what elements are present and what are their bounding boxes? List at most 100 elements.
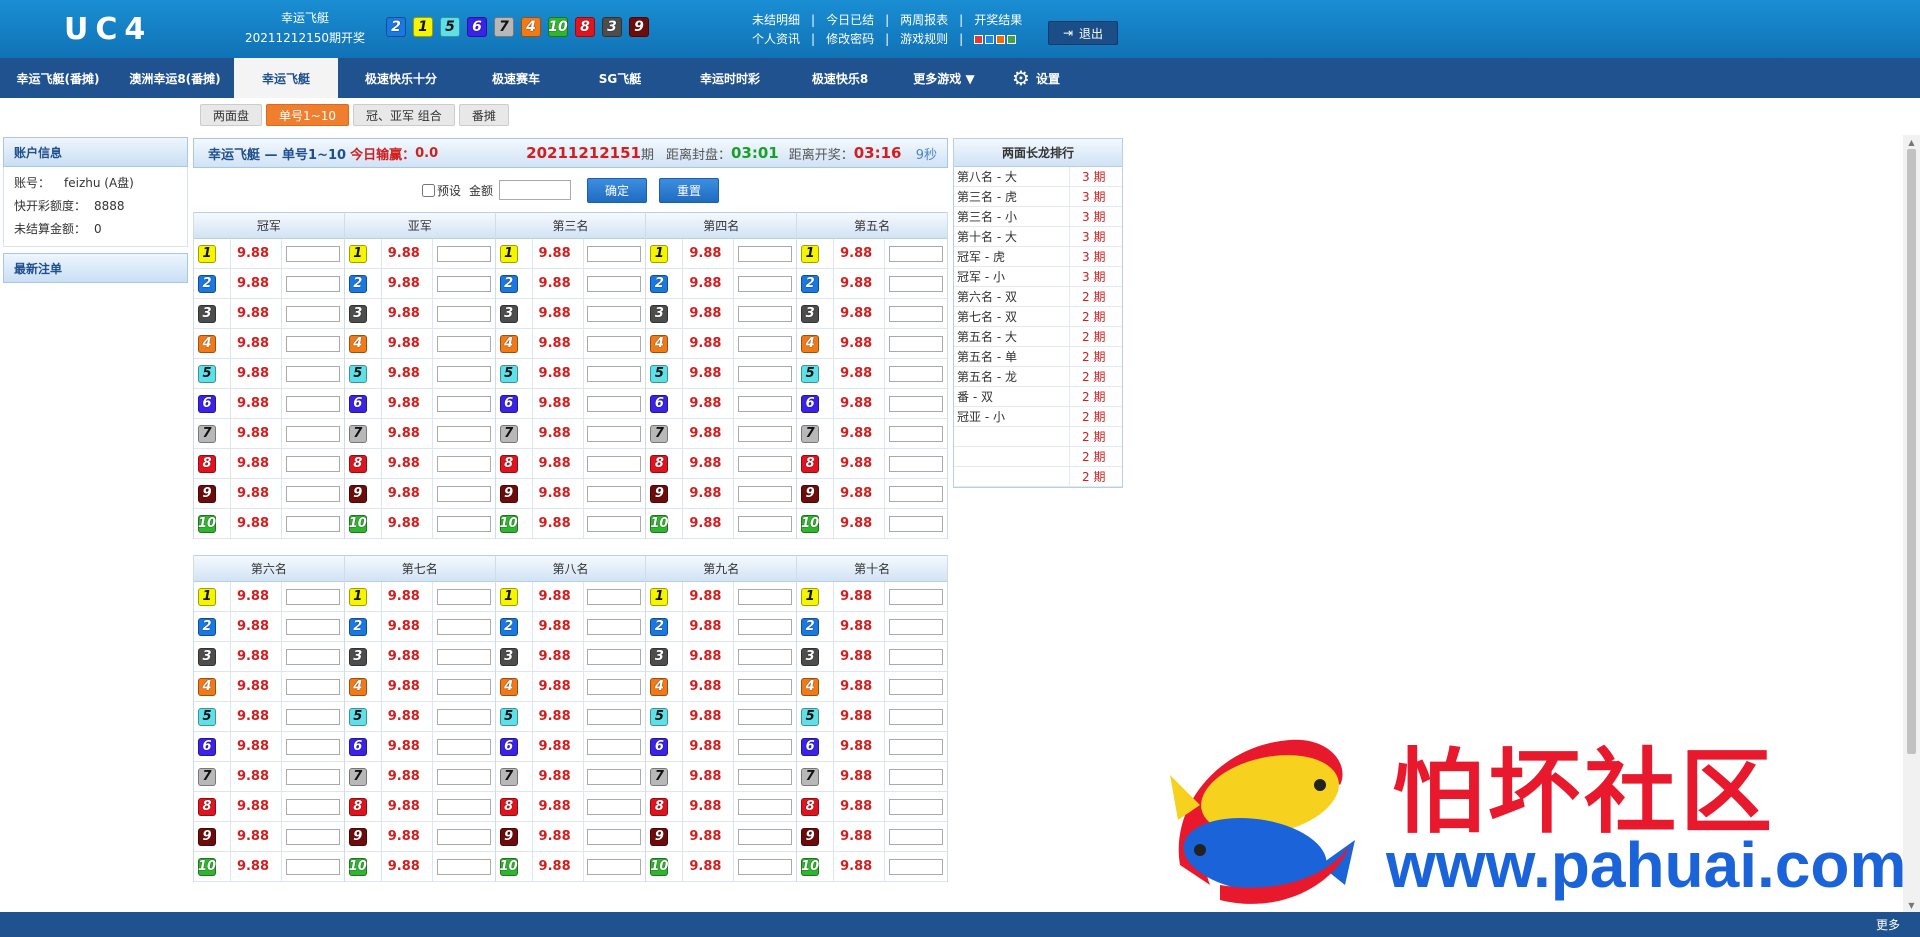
scrollbar-thumb[interactable]: [1907, 149, 1916, 754]
bet-amount-input[interactable]: [285, 485, 340, 502]
bet-amount-input[interactable]: [436, 395, 491, 412]
bet-amount-input[interactable]: [436, 305, 491, 322]
bet-amount-input[interactable]: [888, 768, 943, 785]
bet-amount-input[interactable]: [436, 858, 491, 875]
bet-amount-input[interactable]: [587, 588, 642, 605]
bet-amount-input[interactable]: [738, 365, 793, 382]
theme-color-swatch[interactable]: [974, 35, 984, 44]
bet-amount-input[interactable]: [738, 425, 793, 442]
bet-amount-input[interactable]: [888, 305, 943, 322]
top-link[interactable]: 开奖结果: [974, 11, 1022, 30]
bet-amount-input[interactable]: [738, 588, 793, 605]
bet-amount-input[interactable]: [436, 768, 491, 785]
bet-amount-input[interactable]: [738, 798, 793, 815]
bet-amount-input[interactable]: [285, 455, 340, 472]
bet-amount-input[interactable]: [285, 515, 340, 532]
theme-color-swatch[interactable]: [985, 35, 995, 44]
bet-amount-input[interactable]: [285, 588, 340, 605]
top-link[interactable]: 未结明细: [752, 11, 800, 30]
nav-tab[interactable]: 极速快乐十分: [338, 58, 464, 98]
bet-amount-input[interactable]: [285, 708, 340, 725]
bet-amount-input[interactable]: [436, 738, 491, 755]
bet-amount-input[interactable]: [587, 275, 642, 292]
subnav-tab[interactable]: 单号1~10: [266, 104, 349, 126]
bet-amount-input[interactable]: [285, 425, 340, 442]
bet-amount-input[interactable]: [888, 708, 943, 725]
bet-amount-input[interactable]: [888, 425, 943, 442]
bet-amount-input[interactable]: [888, 858, 943, 875]
bet-amount-input[interactable]: [587, 455, 642, 472]
bet-amount-input[interactable]: [888, 395, 943, 412]
bet-amount-input[interactable]: [738, 858, 793, 875]
bet-amount-input[interactable]: [436, 828, 491, 845]
bet-amount-input[interactable]: [888, 275, 943, 292]
bet-amount-input[interactable]: [888, 588, 943, 605]
bet-amount-input[interactable]: [587, 648, 642, 665]
bet-amount-input[interactable]: [587, 245, 642, 262]
bet-amount-input[interactable]: [587, 738, 642, 755]
bet-amount-input[interactable]: [285, 395, 340, 412]
bet-amount-input[interactable]: [587, 708, 642, 725]
bet-amount-input[interactable]: [436, 425, 491, 442]
bet-amount-input[interactable]: [738, 828, 793, 845]
top-link[interactable]: 修改密码: [826, 30, 874, 49]
bet-amount-input[interactable]: [587, 858, 642, 875]
top-link[interactable]: 今日已结: [826, 11, 874, 30]
top-link[interactable]: 个人资讯: [752, 30, 800, 49]
nav-tab[interactable]: 更多游戏 ▼: [892, 58, 996, 98]
bet-amount-input[interactable]: [285, 275, 340, 292]
bet-amount-input[interactable]: [738, 305, 793, 322]
nav-tab[interactable]: 极速快乐8: [788, 58, 892, 98]
bet-amount-input[interactable]: [436, 245, 491, 262]
bet-amount-input[interactable]: [738, 395, 793, 412]
bet-amount-input[interactable]: [285, 365, 340, 382]
bet-amount-input[interactable]: [436, 618, 491, 635]
bet-amount-input[interactable]: [888, 245, 943, 262]
bet-amount-input[interactable]: [888, 678, 943, 695]
bet-amount-input[interactable]: [738, 648, 793, 665]
settings-button[interactable]: ⚙ 设置: [996, 58, 1076, 98]
subnav-tab[interactable]: 两面盘: [200, 104, 263, 126]
bet-amount-input[interactable]: [738, 335, 793, 352]
bet-amount-input[interactable]: [738, 245, 793, 262]
amount-input[interactable]: [499, 180, 572, 200]
bet-amount-input[interactable]: [738, 678, 793, 695]
bet-amount-input[interactable]: [285, 618, 340, 635]
nav-tab[interactable]: 澳洲幸运8(番摊): [116, 58, 234, 98]
bet-amount-input[interactable]: [888, 455, 943, 472]
bet-amount-input[interactable]: [888, 798, 943, 815]
bet-amount-input[interactable]: [738, 515, 793, 532]
bet-amount-input[interactable]: [285, 828, 340, 845]
theme-color-swatch[interactable]: [1007, 35, 1017, 44]
bet-amount-input[interactable]: [285, 768, 340, 785]
bet-amount-input[interactable]: [285, 858, 340, 875]
bet-amount-input[interactable]: [738, 455, 793, 472]
bet-amount-input[interactable]: [436, 588, 491, 605]
bet-amount-input[interactable]: [738, 768, 793, 785]
scroll-up-icon[interactable]: ▲: [1903, 135, 1920, 149]
nav-tab[interactable]: 极速赛车: [464, 58, 568, 98]
bet-amount-input[interactable]: [888, 738, 943, 755]
bet-amount-input[interactable]: [738, 485, 793, 502]
bet-amount-input[interactable]: [285, 245, 340, 262]
bet-amount-input[interactable]: [738, 618, 793, 635]
page-scrollbar[interactable]: ▲ ▼: [1903, 135, 1920, 912]
preset-checkbox[interactable]: [421, 183, 435, 197]
bet-amount-input[interactable]: [436, 798, 491, 815]
bet-amount-input[interactable]: [888, 485, 943, 502]
nav-tab[interactable]: 幸运飞艇: [234, 58, 338, 98]
bet-amount-input[interactable]: [738, 708, 793, 725]
bet-amount-input[interactable]: [285, 335, 340, 352]
bet-amount-input[interactable]: [738, 275, 793, 292]
nav-tab[interactable]: SG飞艇: [568, 58, 672, 98]
bet-amount-input[interactable]: [587, 305, 642, 322]
bet-amount-input[interactable]: [285, 678, 340, 695]
bet-amount-input[interactable]: [436, 455, 491, 472]
bet-amount-input[interactable]: [436, 678, 491, 695]
bet-amount-input[interactable]: [436, 365, 491, 382]
bet-amount-input[interactable]: [888, 648, 943, 665]
top-link[interactable]: 游戏规则: [900, 30, 948, 49]
bet-amount-input[interactable]: [436, 335, 491, 352]
bet-amount-input[interactable]: [436, 515, 491, 532]
bet-amount-input[interactable]: [888, 365, 943, 382]
